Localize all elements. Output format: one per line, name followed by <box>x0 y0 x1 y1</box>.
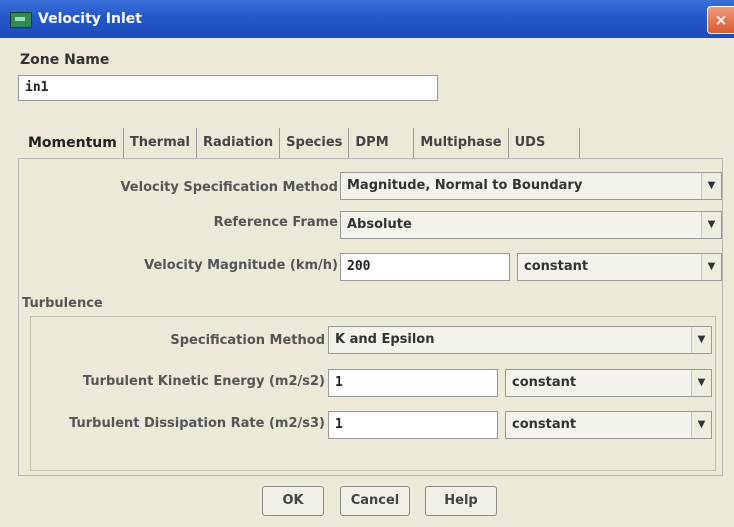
velocity-spec-select[interactable]: Magnitude, Normal to Boundary ▼ <box>340 172 722 200</box>
chevron-down-icon[interactable]: ▼ <box>691 327 711 353</box>
help-button[interactable]: Help <box>425 486 497 516</box>
tab-species[interactable]: Species <box>280 128 350 158</box>
reference-frame-value: Absolute <box>347 217 412 232</box>
tdr-profile-value: constant <box>512 417 577 432</box>
tdr-label: Turbulent Dissipation Rate (m2/s3) <box>69 416 325 431</box>
chevron-down-icon[interactable]: ▼ <box>701 254 721 280</box>
tab-uds[interactable]: UDS <box>509 128 580 158</box>
window-title: Velocity Inlet <box>38 11 142 27</box>
ok-button[interactable]: OK <box>262 486 324 516</box>
zone-name-label: Zone Name <box>20 52 110 68</box>
turb-spec-method-label: Specification Method <box>170 333 325 348</box>
turb-spec-method-select[interactable]: K and Epsilon ▼ <box>328 326 712 354</box>
chevron-down-icon[interactable]: ▼ <box>701 173 721 199</box>
tke-input[interactable]: 1 <box>328 369 498 397</box>
velocity-magnitude-label: Velocity Magnitude (km/h) <box>144 258 338 273</box>
app-icon <box>10 12 32 28</box>
tab-radiation[interactable]: Radiation <box>197 128 281 158</box>
turb-spec-method-value: K and Epsilon <box>335 332 435 347</box>
chevron-down-icon[interactable]: ▼ <box>691 370 711 396</box>
reference-frame-label: Reference Frame <box>213 215 338 230</box>
tdr-profile[interactable]: constant ▼ <box>505 411 712 439</box>
velocity-magnitude-input[interactable]: 200 <box>340 253 510 281</box>
tke-label: Turbulent Kinetic Energy (m2/s2) <box>82 374 325 389</box>
tab-momentum[interactable]: Momentum <box>22 128 124 158</box>
velocity-spec-value: Magnitude, Normal to Boundary <box>347 178 583 193</box>
zone-name-input[interactable]: in1 <box>18 75 438 101</box>
turbulence-section-label: Turbulence <box>22 296 103 311</box>
title-bar: Velocity Inlet × <box>0 0 734 38</box>
tab-bar: Momentum Thermal Radiation Species DPM M… <box>22 128 580 158</box>
tab-multiphase[interactable]: Multiphase <box>414 128 509 158</box>
tab-thermal[interactable]: Thermal <box>124 128 197 158</box>
velocity-magnitude-profile[interactable]: constant ▼ <box>517 253 722 281</box>
tke-profile[interactable]: constant ▼ <box>505 369 712 397</box>
tab-dpm[interactable]: DPM <box>349 128 415 158</box>
reference-frame-select[interactable]: Absolute ▼ <box>340 211 722 239</box>
cancel-button[interactable]: Cancel <box>340 486 410 516</box>
velocity-spec-label: Velocity Specification Method <box>120 180 338 195</box>
tdr-input[interactable]: 1 <box>328 411 498 439</box>
tke-profile-value: constant <box>512 375 577 390</box>
chevron-down-icon[interactable]: ▼ <box>701 212 721 238</box>
close-button[interactable]: × <box>707 6 734 34</box>
velocity-magnitude-profile-value: constant <box>524 259 589 274</box>
chevron-down-icon[interactable]: ▼ <box>691 412 711 438</box>
